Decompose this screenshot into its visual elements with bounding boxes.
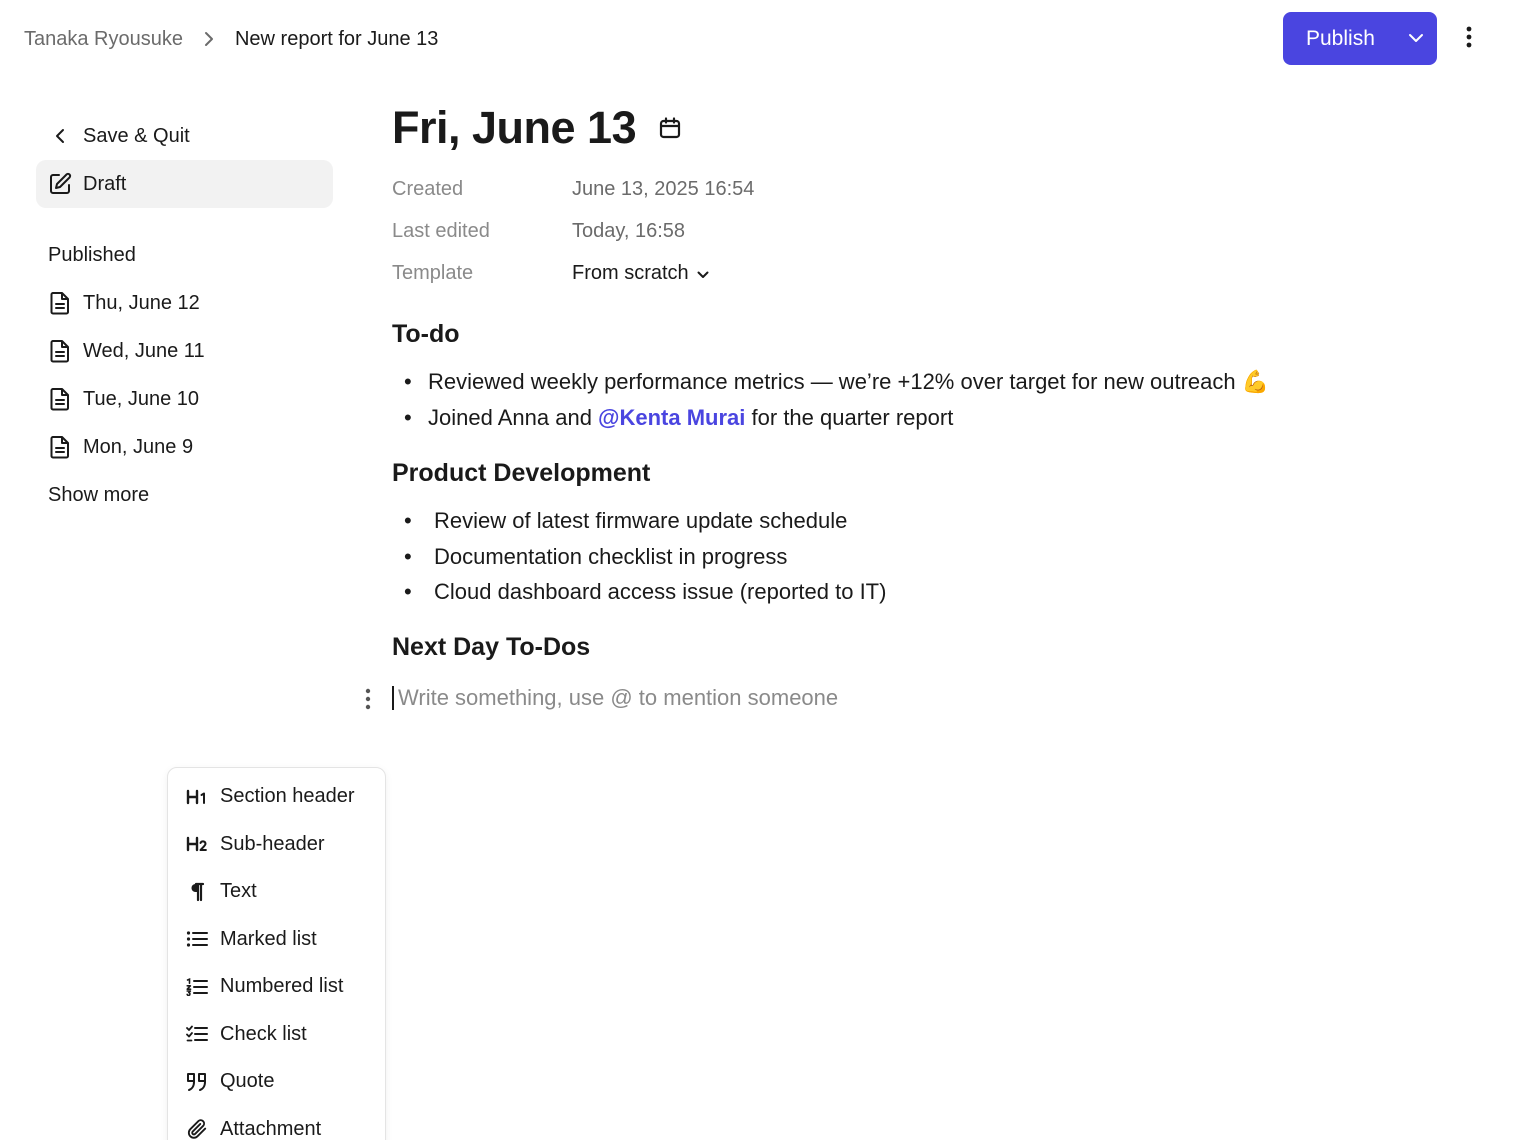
list-item-text: Documentation checklist in progress xyxy=(434,543,788,569)
menu-item-label: Attachment xyxy=(220,1117,322,1140)
menu-item-label: Check list xyxy=(220,1022,307,1045)
block-handle-icon[interactable] xyxy=(360,686,376,712)
menu-item-label: Quote xyxy=(220,1070,275,1093)
product-development-list: Review of latest firmware update schedul… xyxy=(392,503,1272,610)
user-mention[interactable]: @Kenta Murai xyxy=(598,405,745,430)
document-title-row: Fri, June 13 xyxy=(392,96,1272,160)
menu-item-marked-list[interactable]: Marked list xyxy=(168,916,385,964)
document-icon xyxy=(48,339,72,363)
show-more-link[interactable]: Show more xyxy=(36,471,333,519)
list-item-text-before: Joined Anna and xyxy=(428,404,599,430)
meta-template-row: Template From scratch xyxy=(392,252,1272,294)
published-heading: Published xyxy=(48,243,136,266)
document-meta: Created June 13, 2025 16:54 Last edited … xyxy=(392,168,1272,294)
meta-last-edited-row: Last edited Today, 16:58 xyxy=(392,210,1272,252)
h1-icon xyxy=(186,786,208,808)
publish-options-button[interactable] xyxy=(1395,12,1437,65)
chevron-down-icon xyxy=(689,262,709,285)
document-icon xyxy=(48,387,72,411)
sidebar-item-published[interactable]: Tue, June 10 xyxy=(36,375,333,423)
list-item[interactable]: Reviewed weekly performance metrics — we… xyxy=(392,364,1272,400)
report-editor-page: Tanaka Ryousuke New report for June 13 P… xyxy=(0,0,1520,1140)
menu-item-label: Marked list xyxy=(220,927,317,950)
document-icon xyxy=(48,435,72,459)
check-list-icon xyxy=(186,1023,208,1045)
template-value: From scratch xyxy=(572,261,689,284)
meta-template-label: Template xyxy=(392,261,474,284)
sidebar-item-draft[interactable]: Draft xyxy=(36,160,333,208)
menu-item-quote[interactable]: Quote xyxy=(168,1058,385,1106)
menu-item-label: Sub-header xyxy=(220,832,325,855)
sidebar: Save & Quit Draft Published Thu, June 12… xyxy=(36,112,333,519)
chevron-left-icon xyxy=(48,124,72,148)
list-item[interactable]: Cloud dashboard access issue (reported t… xyxy=(392,574,1272,610)
publish-split-button: Publish xyxy=(1283,12,1437,65)
document-title[interactable]: Fri, June 13 xyxy=(392,102,637,154)
chevron-down-icon xyxy=(1408,30,1424,48)
draft-label: Draft xyxy=(83,172,127,195)
h2-icon xyxy=(186,833,208,855)
breadcrumb: Tanaka Ryousuke New report for June 13 xyxy=(24,22,438,56)
meta-last-edited-value: Today, 16:58 xyxy=(572,219,686,242)
vertical-ellipsis-icon xyxy=(1466,26,1472,53)
menu-item-text[interactable]: Text xyxy=(168,868,385,916)
list-item-text: Cloud dashboard access issue (reported t… xyxy=(434,579,887,604)
list-item-text: Reviewed weekly performance metrics — we… xyxy=(428,369,1270,394)
edit-icon xyxy=(48,172,72,196)
todo-list: Reviewed weekly performance metrics — we… xyxy=(392,364,1272,435)
chevron-right-icon xyxy=(183,30,235,48)
sidebar-item-published[interactable]: Wed, June 11 xyxy=(36,327,333,375)
breadcrumb-parent-link[interactable]: Tanaka Ryousuke xyxy=(24,28,183,51)
save-quit-label: Save & Quit xyxy=(83,124,190,147)
paperclip-icon xyxy=(186,1118,208,1140)
menu-item-section-header[interactable]: Section header xyxy=(168,773,385,821)
menu-item-sub-header[interactable]: Sub-header xyxy=(168,821,385,869)
bulleted-list-icon xyxy=(186,928,208,950)
list-item[interactable]: Documentation checklist in progress xyxy=(392,539,1272,575)
paragraph-icon xyxy=(186,881,208,903)
document-icon xyxy=(48,291,72,315)
published-item-label: Mon, June 9 xyxy=(83,435,194,458)
editor-input-line[interactable]: Write something, use @ to mention someon… xyxy=(365,680,1272,716)
menu-item-check-list[interactable]: Check list xyxy=(168,1011,385,1059)
menu-item-numbered-list[interactable]: Numbered list xyxy=(168,963,385,1011)
meta-created-row: Created June 13, 2025 16:54 xyxy=(392,168,1272,210)
calendar-icon[interactable] xyxy=(658,116,682,140)
list-item[interactable]: Joined Anna and @Kenta Murai for the qua… xyxy=(392,400,1272,436)
list-item-text-after: for the quarter report xyxy=(745,404,954,430)
section-heading-next-day-todos[interactable]: Next Day To-Dos xyxy=(392,630,1272,666)
section-heading-product-development[interactable]: Product Development xyxy=(392,455,1272,491)
meta-created-value: June 13, 2025 16:54 xyxy=(572,177,755,200)
menu-item-label: Section header xyxy=(220,785,355,808)
quote-icon xyxy=(186,1071,208,1093)
published-item-label: Tue, June 10 xyxy=(83,387,200,410)
document-area: Fri, June 13 Created June 13, 2025 16:54… xyxy=(365,96,1272,716)
save-quit-button[interactable]: Save & Quit xyxy=(36,112,333,160)
template-dropdown[interactable]: From scratch xyxy=(572,262,709,285)
meta-last-edited-label: Last edited xyxy=(392,219,490,242)
published-item-label: Wed, June 11 xyxy=(83,339,205,362)
breadcrumb-current: New report for June 13 xyxy=(234,27,439,50)
block-type-menu: Section header Sub-header Text Marked li… xyxy=(167,767,386,1140)
more-options-button[interactable] xyxy=(1456,22,1482,56)
editor-placeholder: Write something, use @ to mention someon… xyxy=(398,684,839,710)
numbered-list-icon xyxy=(186,976,208,998)
meta-created-label: Created xyxy=(392,177,464,200)
menu-item-attachment[interactable]: Attachment xyxy=(168,1106,385,1140)
text-cursor xyxy=(392,685,394,710)
menu-item-label: Text xyxy=(220,880,257,903)
sidebar-item-published[interactable]: Mon, June 9 xyxy=(36,423,333,471)
list-item-text: Review of latest firmware update schedul… xyxy=(434,508,848,533)
publish-button[interactable]: Publish xyxy=(1283,12,1395,65)
sidebar-item-published[interactable]: Thu, June 12 xyxy=(36,279,333,327)
list-item[interactable]: Review of latest firmware update schedul… xyxy=(392,503,1272,539)
section-heading-todo[interactable]: To-do xyxy=(392,316,1272,352)
published-item-label: Thu, June 12 xyxy=(83,291,200,314)
menu-item-label: Numbered list xyxy=(220,975,344,998)
